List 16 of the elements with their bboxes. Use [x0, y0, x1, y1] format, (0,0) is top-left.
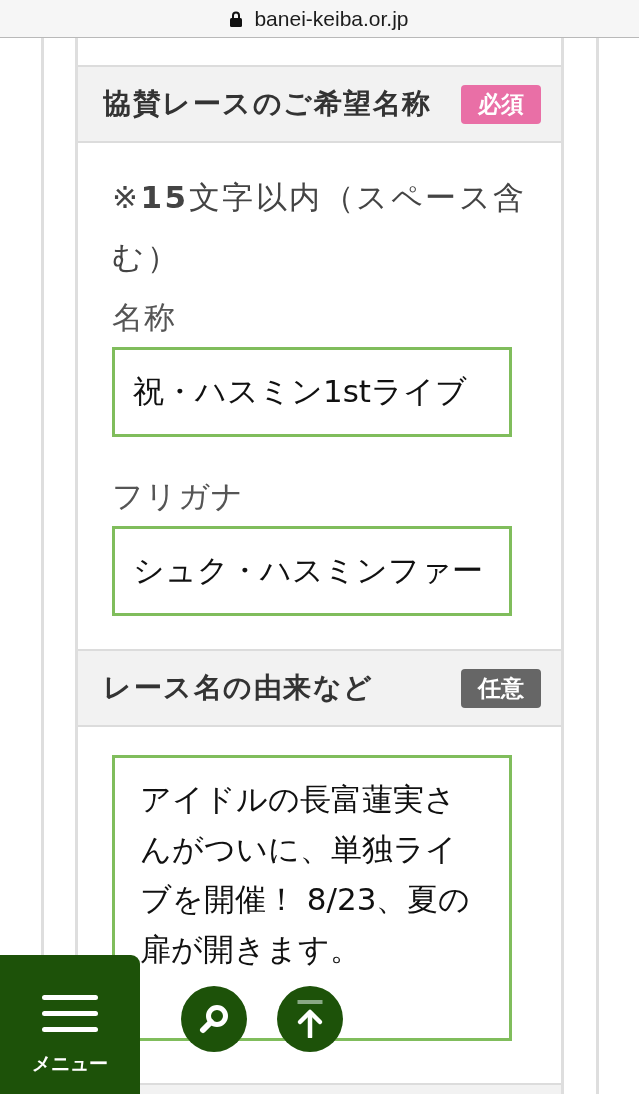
menu-button[interactable]: メニュー	[0, 955, 140, 1094]
text-input[interactable]: シュク・ハスミンファー	[112, 526, 512, 616]
lock-icon	[230, 10, 243, 27]
character-limit-note: ※15文字以内（スペース含む）	[112, 178, 528, 277]
optional-badge: 任意	[461, 668, 541, 708]
section-title: 協賛レースのご希望名称	[103, 86, 432, 122]
field-label: フリガナ	[112, 477, 244, 516]
textarea-field[interactable]: アイドルの長富蓮実さんがついに、単独ライブを開催！ 8/23、夏の扉が開きます。	[112, 755, 512, 1041]
arrow-to-top-icon	[296, 1000, 324, 1038]
field-label: 名称	[112, 298, 176, 337]
url-text[interactable]: banei-keiba.or.jp	[254, 6, 409, 31]
section-title: レース名の由来など	[103, 670, 374, 706]
menu-icon	[42, 995, 98, 1032]
required-badge: 必須	[461, 84, 541, 124]
text-input[interactable]: 祝・ハスミン1stライブ	[112, 347, 512, 437]
search-icon	[199, 1004, 229, 1034]
